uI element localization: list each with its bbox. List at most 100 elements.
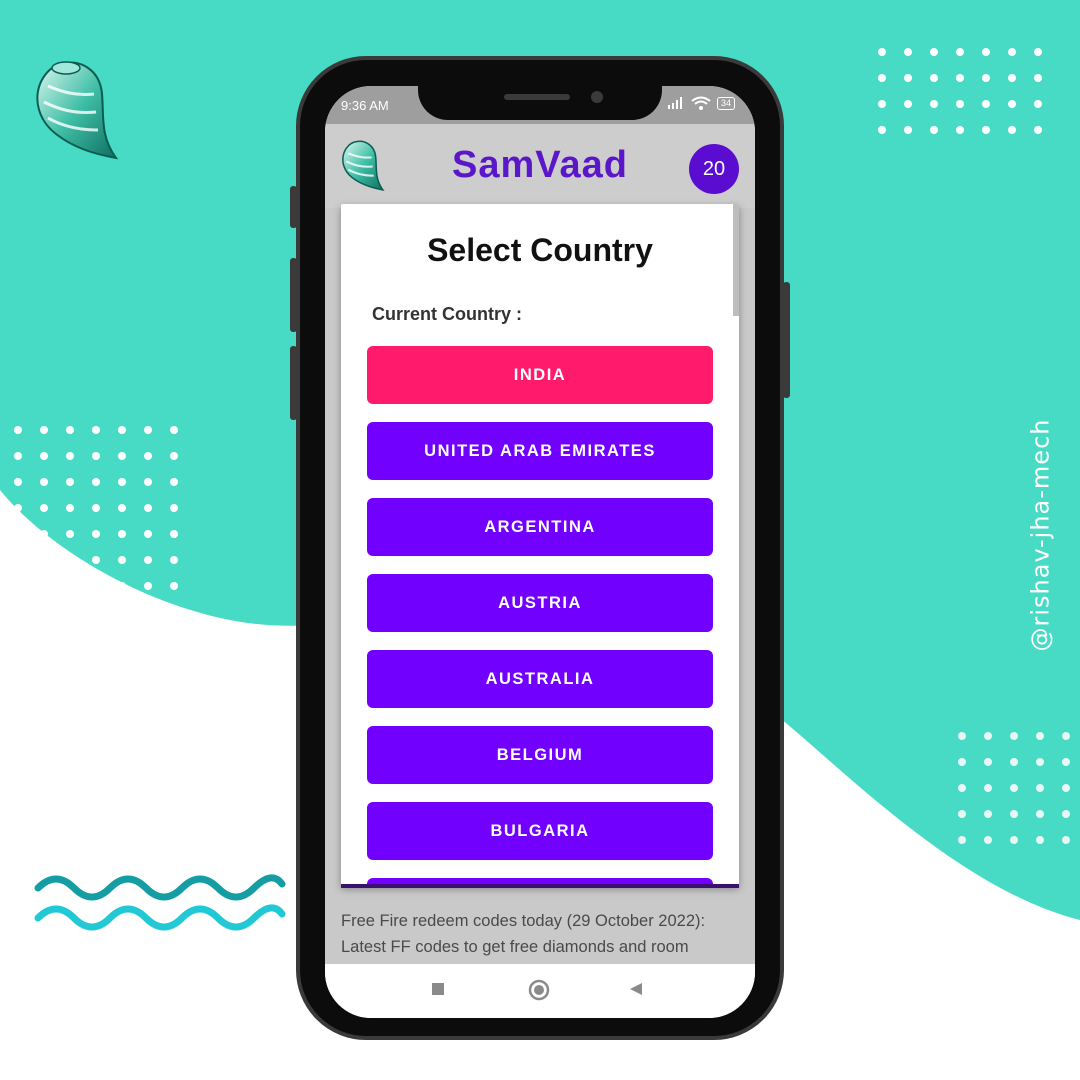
decor-dot [66, 530, 74, 538]
country-button-label: BULGARIA [490, 821, 590, 840]
decor-dot [904, 48, 912, 56]
decor-dot [904, 100, 912, 108]
decor-dot [92, 582, 100, 590]
decor-dot [982, 48, 990, 56]
decor-dot [956, 100, 964, 108]
decor-dot [170, 582, 178, 590]
decor-dot [1010, 758, 1018, 766]
decor-dot [1008, 48, 1016, 56]
phone-notch [418, 60, 662, 120]
dialog-bottom-edge [341, 884, 739, 888]
phone-speaker [504, 94, 570, 100]
decor-dot [92, 478, 100, 486]
decor-dot [170, 452, 178, 460]
battery-level: 34 [720, 98, 731, 108]
country-button-label: BELGIUM [496, 745, 584, 764]
decor-dot [984, 836, 992, 844]
decor-dot [40, 582, 48, 590]
count-badge[interactable]: 20 [689, 144, 739, 194]
country-button[interactable]: UNITED ARAB EMIRATES [367, 422, 713, 480]
decor-dot [1008, 74, 1016, 82]
decor-dot [956, 126, 964, 134]
decor-dot [1010, 836, 1018, 844]
country-button[interactable]: AUSTRALIA [367, 650, 713, 708]
decor-dot [66, 504, 74, 512]
decor-dot [66, 426, 74, 434]
decor-dot [40, 426, 48, 434]
decor-dot [956, 74, 964, 82]
watermark-text: @rishav-jha-mech [1026, 418, 1055, 652]
decor-dot [118, 478, 126, 486]
decor-dot [930, 126, 938, 134]
decor-dot [118, 530, 126, 538]
country-button[interactable]: BELGIUM [367, 726, 713, 784]
country-button[interactable]: INDIA [367, 346, 713, 404]
decor-dot [958, 784, 966, 792]
decor-dot [92, 556, 100, 564]
decor-dot [1008, 126, 1016, 134]
decor-dot [66, 478, 74, 486]
news-headline[interactable]: Free Fire redeem codes today (29 October… [341, 908, 741, 960]
decor-dot [1034, 100, 1042, 108]
decor-dot [1008, 100, 1016, 108]
decor-dot [904, 74, 912, 82]
country-button-label: AUSTRIA [498, 593, 582, 612]
decor-dot [14, 478, 22, 486]
phone-camera [591, 91, 603, 103]
decor-dot [1034, 48, 1042, 56]
system-nav-bar [325, 964, 755, 1018]
decor-dot [1062, 758, 1070, 766]
decor-dot [170, 478, 178, 486]
recents-square-icon[interactable] [431, 982, 445, 996]
decor-dot [984, 810, 992, 818]
decor-dot [14, 582, 22, 590]
decor-dot [1036, 836, 1044, 844]
decor-dot [144, 504, 152, 512]
decor-dot [958, 810, 966, 818]
back-triangle-icon[interactable] [629, 982, 643, 996]
decor-dot [170, 530, 178, 538]
decor-dot [1010, 784, 1018, 792]
decor-dot [1010, 732, 1018, 740]
decor-dot [144, 582, 152, 590]
decor-dot [14, 452, 22, 460]
watermark-handle: @rishav-jha-mech [1020, 410, 1060, 660]
decor-dot [1062, 810, 1070, 818]
decor-dot [14, 504, 22, 512]
decor-waves [34, 874, 286, 931]
decor-dot [878, 100, 886, 108]
status-time: 9:36 AM [341, 98, 389, 113]
decor-dot [92, 426, 100, 434]
decor-dot [1034, 126, 1042, 134]
decor-dot [1036, 758, 1044, 766]
decor-dot [118, 582, 126, 590]
phone-power-button [783, 282, 790, 398]
country-button[interactable]: BULGARIA [367, 802, 713, 860]
battery-icon: 34 [716, 96, 735, 110]
decor-dot [118, 504, 126, 512]
decor-dot [930, 100, 938, 108]
decor-dot [40, 478, 48, 486]
count-value: 20 [702, 157, 726, 180]
decor-dot [984, 758, 992, 766]
decor-dot [40, 452, 48, 460]
country-button[interactable]: AUSTRIA [367, 574, 713, 632]
dialog-title: Select Country [427, 232, 653, 268]
decor-dot [144, 452, 152, 460]
decor-dots-left [14, 426, 196, 608]
decor-dot [1062, 784, 1070, 792]
decor-dot [92, 530, 100, 538]
decor-dot [66, 556, 74, 564]
decor-dot [958, 758, 966, 766]
decor-dot [118, 452, 126, 460]
app-bar: SamVaad 20 [325, 124, 755, 208]
decor-dot [956, 48, 964, 56]
country-button[interactable]: ARGENTINA [367, 498, 713, 556]
decor-dot [982, 126, 990, 134]
decor-dot [40, 504, 48, 512]
home-circle-icon[interactable] [528, 979, 550, 1001]
decor-dot [958, 732, 966, 740]
decor-dot [170, 504, 178, 512]
decor-dot [1036, 732, 1044, 740]
decor-dot [118, 556, 126, 564]
